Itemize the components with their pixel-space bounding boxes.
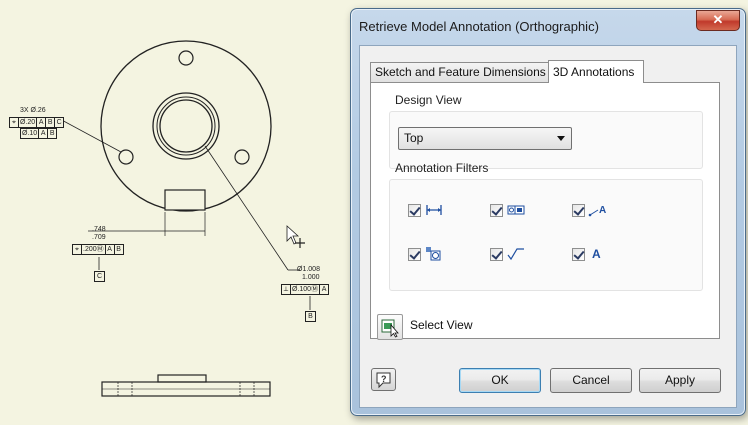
flange-tab (164, 189, 206, 211)
filter-text-checkbox[interactable] (572, 247, 585, 261)
diameter-lower: 1.000 (302, 274, 320, 281)
filter-feature-control-frames[interactable] (490, 202, 526, 218)
help-button[interactable]: ? (371, 368, 396, 391)
close-button[interactable]: ✕ (696, 10, 740, 31)
select-view-icon (381, 319, 399, 338)
feature-control-frame-4: ⟂ Ø.100Ⓜ A (281, 284, 330, 295)
crosshair-icon (295, 238, 305, 248)
filter-dimensions-checkbox[interactable] (408, 203, 421, 217)
filter-surface-checkbox[interactable] (490, 247, 503, 261)
filter-leader-notes[interactable]: A (572, 202, 608, 218)
feature-control-frame-1: ⌖ Ø.20 A B C (9, 117, 65, 128)
apply-button[interactable]: Apply (639, 368, 721, 393)
hole-callout: 3X Ø.26 (20, 107, 46, 114)
side-view-hub (157, 374, 207, 383)
filter-surface-texture[interactable] (490, 246, 526, 262)
hub-outer (152, 92, 220, 160)
design-view-selected: Top (404, 131, 424, 145)
select-view-label: Select View (410, 318, 473, 332)
tab-panel-3d-annotations: Design View Top Annotation Filters A A (370, 82, 720, 339)
select-view-button[interactable] (377, 314, 403, 340)
filter-datum-targets[interactable] (408, 246, 444, 262)
retrieve-model-annotation-dialog: Retrieve Model Annotation (Orthographic)… (350, 8, 746, 416)
dialog-client-area: Sketch and Feature Dimensions 3D Annotat… (359, 45, 737, 408)
text-annotation-icon: A (588, 247, 608, 261)
hub-chamfer (156, 96, 216, 156)
linear-dimension-icon (424, 203, 444, 217)
feature-control-frame-3: ⌖ .200Ⓜ A B (72, 244, 124, 255)
design-view-label: Design View (395, 93, 462, 107)
mouse-cursor-icon (286, 225, 300, 245)
datum-c: C (94, 271, 105, 282)
feature-control-frame-2: Ø.10 A B (20, 128, 58, 139)
filter-fcf-checkbox[interactable] (490, 203, 503, 217)
drawing-canvas: 3X Ø.26 ⌖ Ø.20 A B C Ø.10 A B .748 .709 ⌖ .200Ⓜ… (0, 0, 355, 425)
tab-3d-annotations[interactable]: 3D Annotations (548, 60, 644, 83)
ok-button[interactable]: OK (459, 368, 541, 393)
bore (159, 99, 213, 153)
filter-datum-checkbox[interactable] (408, 247, 421, 261)
dialog-title: Retrieve Model Annotation (Orthographic) (359, 19, 599, 34)
design-view-dropdown[interactable]: Top (398, 127, 572, 150)
datum-b: B (305, 311, 316, 322)
bolt-hole-left (118, 149, 134, 165)
help-icon: ? (376, 372, 391, 389)
filter-leader-checkbox[interactable] (572, 203, 585, 217)
chevron-down-icon (557, 136, 565, 141)
svg-text:A: A (592, 247, 601, 261)
tab-sketch-and-feature-dimensions[interactable]: Sketch and Feature Dimensions (370, 62, 556, 82)
svg-text:A: A (599, 205, 606, 216)
diameter-upper: Ø1.008 (297, 266, 320, 273)
datum-target-icon (424, 247, 444, 261)
annotation-filters-group: A A (389, 179, 703, 291)
svg-text:?: ? (381, 374, 387, 384)
flange-outline (100, 40, 272, 212)
annotation-filters-label: Annotation Filters (395, 161, 489, 175)
filter-dimensions[interactable] (408, 202, 444, 218)
tab-dimension-upper: .748 (92, 226, 106, 233)
cancel-button[interactable]: Cancel (550, 368, 632, 393)
leader-note-icon: A (588, 203, 608, 217)
surface-texture-icon (506, 247, 526, 261)
feature-control-frame-icon (506, 203, 526, 217)
bolt-hole-right (234, 149, 250, 165)
filter-text[interactable]: A (572, 246, 608, 262)
drawing-geometry (57, 40, 311, 397)
tab-dimension-lower: .709 (92, 234, 106, 241)
bolt-hole-top (178, 50, 194, 66)
